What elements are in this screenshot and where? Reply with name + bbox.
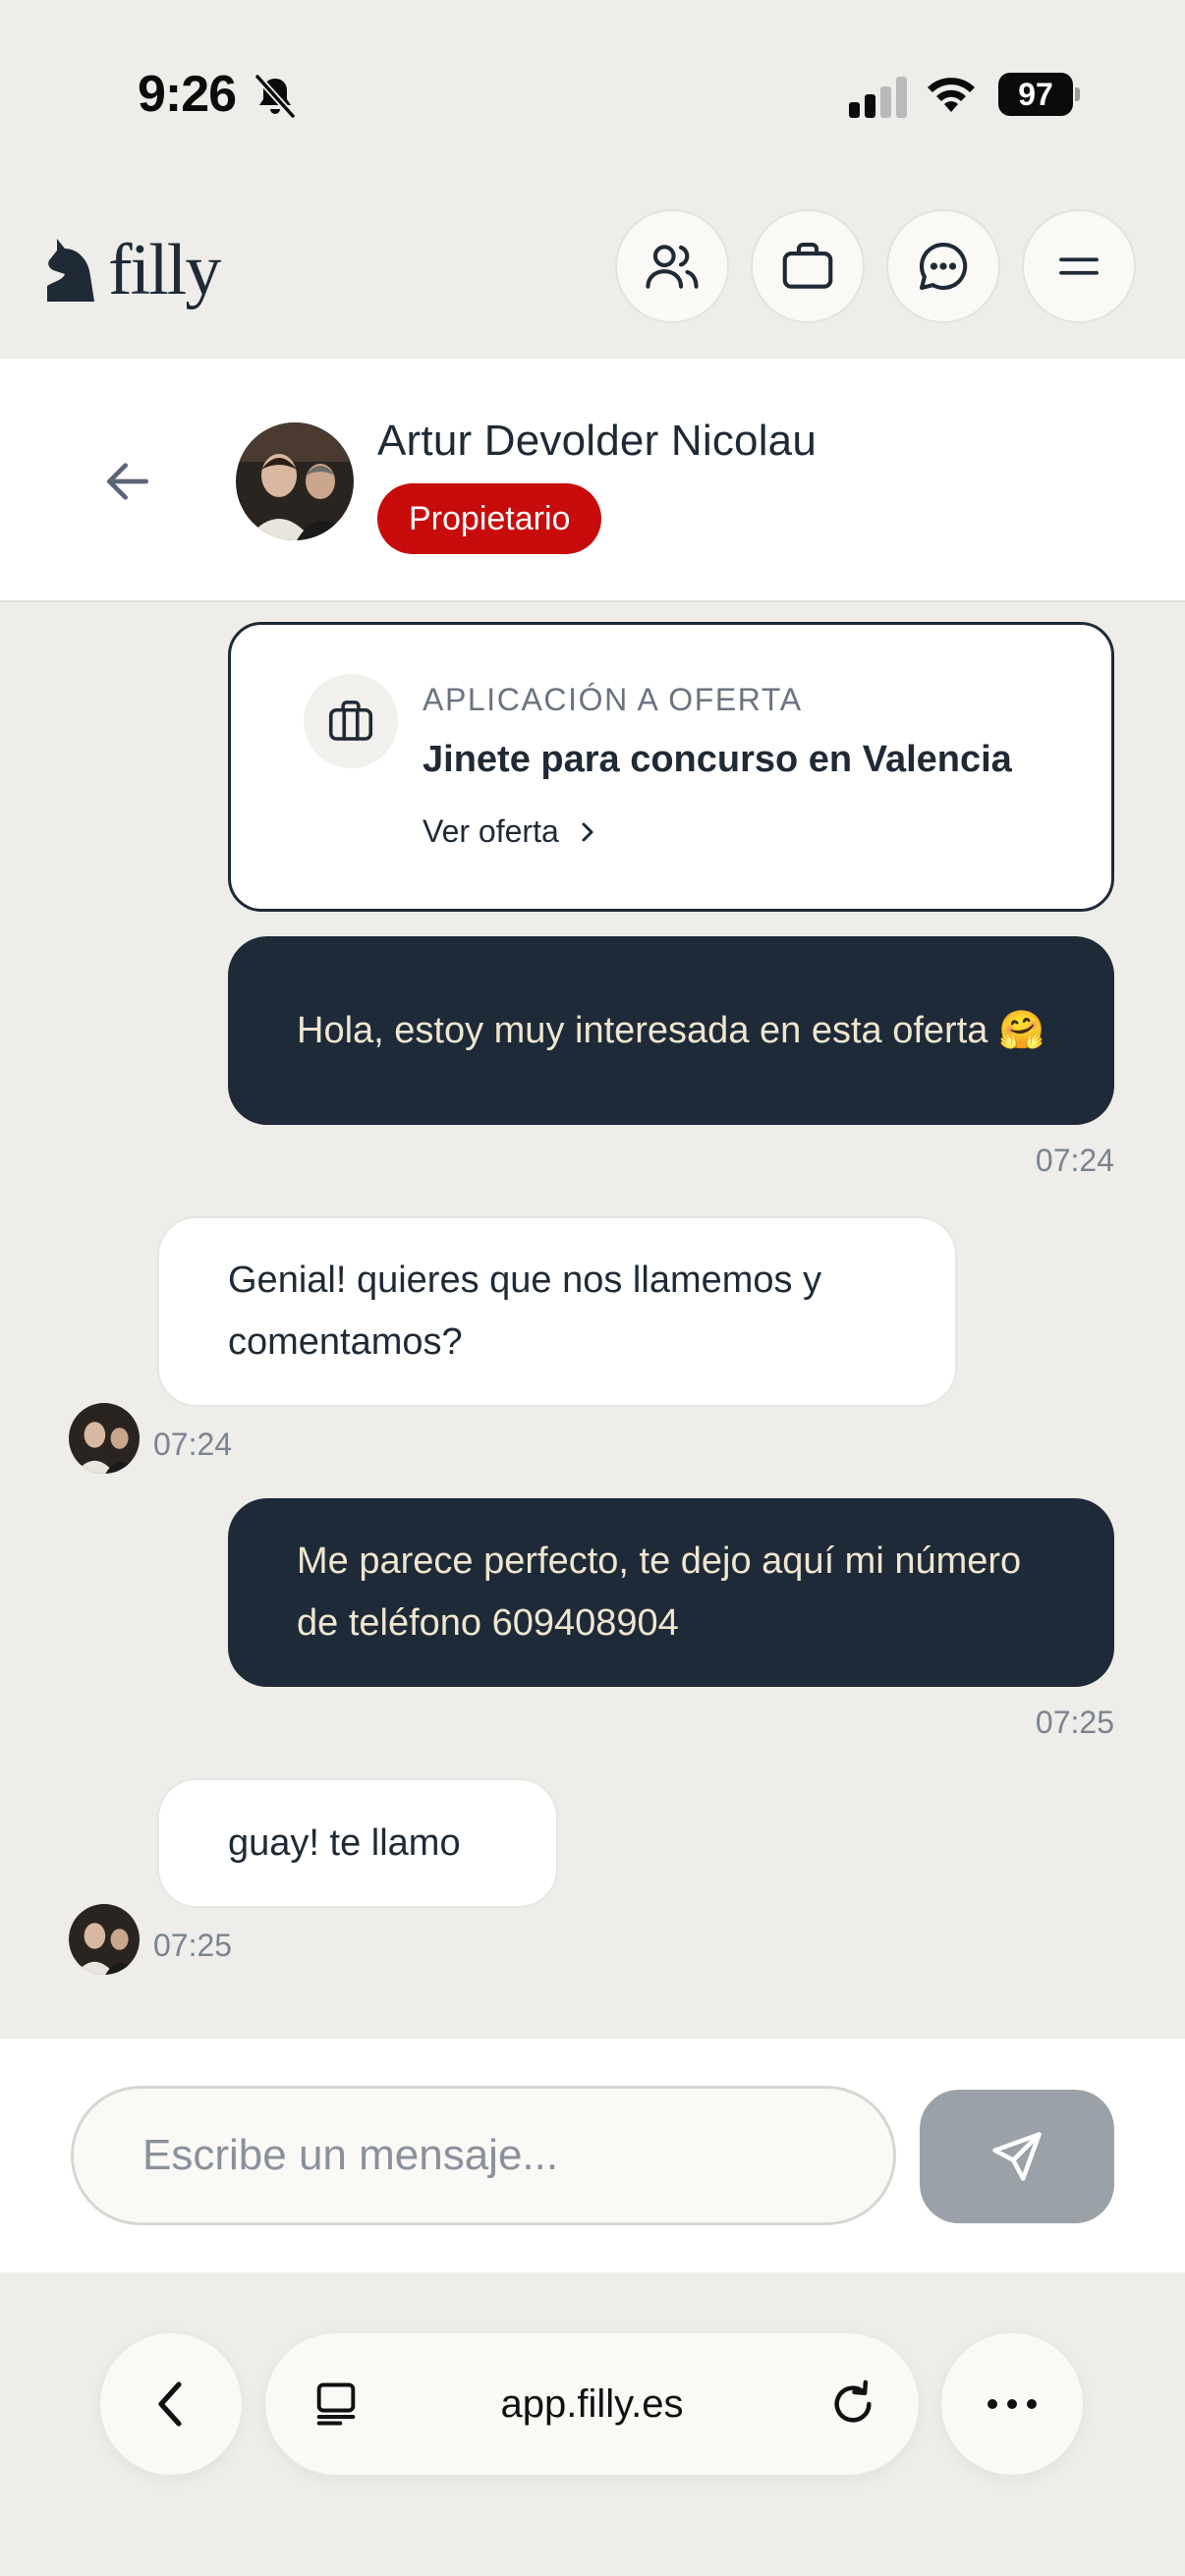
address-bar[interactable]: app.filly.es	[265, 2333, 919, 2475]
message-bubble-outgoing: Hola, estoy muy interesada en esta ofert…	[228, 936, 1114, 1125]
more-icon	[988, 2399, 1037, 2409]
reload-icon[interactable]	[825, 2377, 880, 2432]
briefcase-icon	[328, 700, 373, 741]
message-bubble-incoming: Genial! quieres que nos llamemos y comen…	[157, 1216, 957, 1407]
back-arrow-icon[interactable]	[100, 454, 155, 509]
browser-back-button[interactable]	[100, 2333, 242, 2475]
message-time: 07:24	[1035, 1143, 1114, 1178]
menu-icon	[1059, 257, 1099, 275]
chat-header	[0, 359, 1185, 602]
send-button[interactable]	[920, 2090, 1114, 2223]
browser-more-button[interactable]	[941, 2333, 1083, 2475]
url-text: app.filly.es	[500, 2382, 684, 2426]
sender-avatar	[69, 1403, 140, 1474]
chevron-right-icon	[582, 822, 593, 841]
status-time: 9:26	[138, 66, 237, 123]
message-bubble-incoming: guay! te llamo	[157, 1778, 558, 1908]
cellular-signal-icon	[849, 77, 908, 118]
messages-button[interactable]	[886, 209, 1000, 323]
contact-name: Artur Devolder Nicolau	[377, 417, 818, 465]
view-offer-label: Ver oferta	[423, 813, 559, 849]
message-time: 07:25	[1035, 1705, 1114, 1740]
offer-title: Jinete para concurso en Valencia	[423, 739, 1012, 780]
message-text: Hola, estoy muy interesada en esta ofert…	[297, 1009, 1045, 1051]
offer-card[interactable]: APLICACIÓN A OFERTA Jinete para concurso…	[228, 622, 1114, 912]
message-text: Me parece perfecto, te dejo aquí mi núme…	[297, 1540, 1022, 1644]
wifi-icon	[928, 78, 975, 112]
message-input[interactable]	[71, 2086, 896, 2225]
battery-indicator: 97	[998, 73, 1081, 116]
message-time: 07:24	[153, 1427, 233, 1462]
chat-icon	[919, 242, 968, 291]
battery-level: 97	[998, 73, 1073, 116]
role-badge: Propietario	[377, 483, 602, 554]
horse-head-icon	[47, 239, 94, 302]
sender-avatar	[69, 1904, 140, 1975]
filly-logo[interactable]: filly	[43, 221, 221, 319]
status-bar: 9:26 97	[0, 0, 1185, 196]
view-offer-link[interactable]: Ver oferta	[423, 813, 598, 850]
message-text: Genial! quieres que nos llamemos y comen…	[228, 1260, 822, 1363]
briefcase-icon	[782, 242, 833, 289]
contact-avatar[interactable]	[236, 422, 354, 540]
offer-icon-circle	[304, 674, 398, 768]
menu-button[interactable]	[1022, 209, 1136, 323]
message-bubble-outgoing: Me parece perfecto, te dejo aquí mi núme…	[228, 1498, 1114, 1687]
send-icon	[992, 2132, 1042, 2181]
jobs-button[interactable]	[751, 209, 865, 323]
message-text: guay! te llamo	[228, 1821, 461, 1864]
users-button[interactable]	[615, 209, 729, 323]
users-icon	[646, 245, 699, 289]
logo-text: filly	[108, 230, 221, 310]
bell-off-icon	[254, 74, 296, 119]
app-screen: 9:26 97 filly Artur Devolder Nicolau Pro…	[0, 0, 1185, 2576]
message-time: 07:25	[153, 1928, 233, 1963]
offer-kicker: APLICACIÓN A OFERTA	[423, 682, 803, 717]
chevron-left-icon	[158, 2381, 182, 2427]
